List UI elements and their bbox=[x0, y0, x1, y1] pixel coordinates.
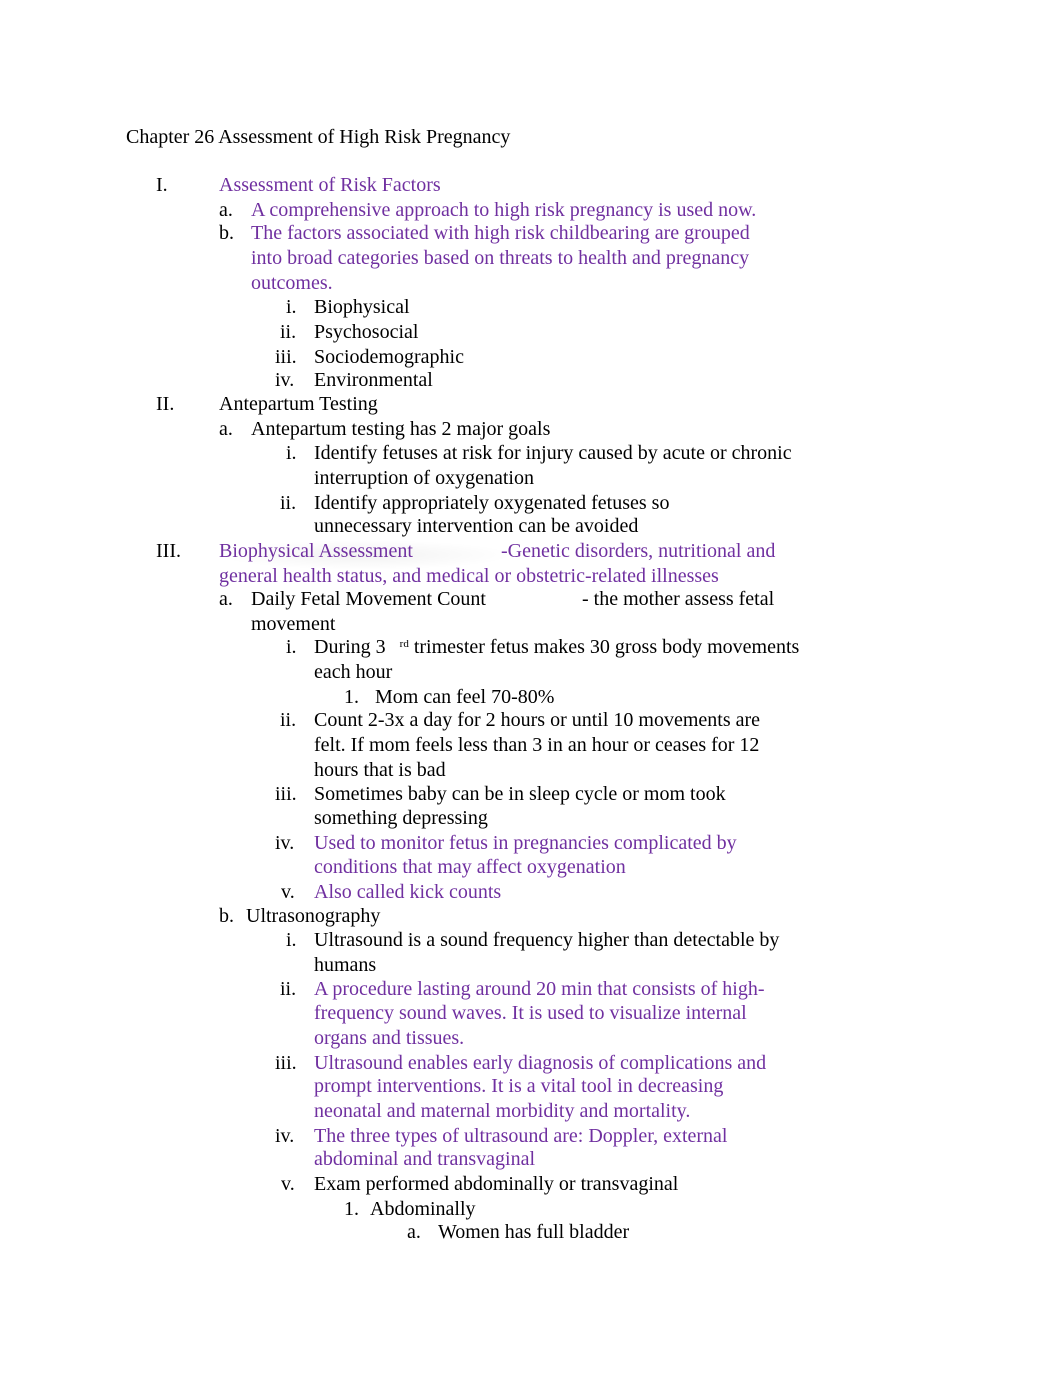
list-item-text: frequency sound waves. It is used to vis… bbox=[314, 1002, 747, 1024]
list-item-text: into broad categories based on threats t… bbox=[251, 247, 750, 269]
list-item-text: Ultrasonography bbox=[246, 905, 381, 927]
list-marker: ii. bbox=[280, 492, 297, 514]
list-item-text: interruption of oxygenation bbox=[314, 467, 534, 489]
list-marker: v. bbox=[281, 1173, 295, 1195]
list-item-text: Daily Fetal Movement Count bbox=[251, 588, 486, 610]
list-marker: ii. bbox=[280, 709, 297, 731]
text-run: trimester fetus makes 30 gross body move… bbox=[413, 636, 800, 658]
list-marker: iv. bbox=[275, 1125, 295, 1147]
list-item-text: hours that is bad bbox=[314, 759, 446, 781]
list-marker: a. bbox=[219, 199, 233, 221]
list-item-text: Biophysical bbox=[314, 296, 410, 318]
section-heading: Assessment of Risk Factors bbox=[219, 174, 441, 196]
list-item-text: Sociodemographic bbox=[314, 346, 464, 368]
list-marker: ii. bbox=[280, 321, 297, 343]
list-marker: b. bbox=[219, 222, 234, 244]
list-item-text: felt. If mom feels less than 3 in an hou… bbox=[314, 734, 760, 756]
list-item-text: Sometimes baby can be in sleep cycle or … bbox=[314, 783, 726, 805]
list-item-text: The three types of ultrasound are: Doppl… bbox=[314, 1125, 728, 1147]
list-item-text: Also called kick counts bbox=[314, 881, 502, 903]
list-item-text: Identify fetuses at risk for injury caus… bbox=[314, 442, 792, 464]
list-item-text: organs and tissues. bbox=[314, 1027, 465, 1049]
list-item-text: During 3 rd trimester fetus makes 30 gros… bbox=[314, 635, 799, 659]
list-item-text: neonatal and maternal morbidity and mort… bbox=[314, 1100, 691, 1122]
section-number: III. bbox=[156, 540, 181, 562]
list-marker: i. bbox=[286, 296, 297, 318]
list-item-text: Identify appropriately oxygenated fetuse… bbox=[314, 492, 670, 514]
list-marker: iii. bbox=[275, 1052, 297, 1074]
list-item-text: Exam performed abdominally or transvagin… bbox=[314, 1173, 679, 1195]
list-marker: i. bbox=[286, 929, 297, 951]
list-item-text: A procedure lasting around 20 min that c… bbox=[314, 978, 765, 1000]
list-item-text: A comprehensive approach to high risk pr… bbox=[251, 199, 757, 221]
list-item-text: Count 2-3x a day for 2 hours or until 10… bbox=[314, 709, 761, 731]
list-marker: iii. bbox=[275, 783, 297, 805]
list-item-text: Used to monitor fetus in pregnancies com… bbox=[314, 832, 737, 854]
section-heading: Biophysical Assessment bbox=[219, 540, 413, 562]
list-marker: iii. bbox=[275, 346, 297, 368]
section-heading-note: -Genetic disorders, nutritional and bbox=[501, 540, 776, 562]
list-item-text: Abdominally bbox=[370, 1198, 476, 1220]
list-item-text: each hour bbox=[314, 661, 393, 683]
list-marker: 1. bbox=[344, 1198, 359, 1220]
section-number: II. bbox=[156, 393, 175, 415]
section-heading: Antepartum Testing bbox=[219, 393, 378, 415]
list-item-note: - the mother assess fetal bbox=[582, 588, 775, 610]
document-title: Chapter 26 Assessment of High Risk Pregn… bbox=[126, 126, 511, 148]
list-marker: iv. bbox=[275, 832, 295, 854]
list-marker: 1. bbox=[344, 686, 359, 708]
list-marker: i. bbox=[286, 442, 297, 464]
list-item-text: Mom can feel 70-80% bbox=[375, 686, 555, 708]
list-item-text: something depressing bbox=[314, 807, 488, 829]
list-marker: iv. bbox=[275, 369, 295, 391]
list-item-text: humans bbox=[314, 954, 377, 976]
list-item-text: prompt interventions. It is a vital tool… bbox=[314, 1075, 724, 1097]
list-marker: a. bbox=[219, 588, 233, 610]
list-marker: ii. bbox=[280, 978, 297, 1000]
section-heading-note: general health status, and medical or ob… bbox=[219, 565, 719, 587]
list-item-text: outcomes. bbox=[251, 272, 333, 294]
list-item-text: unnecessary intervention can be avoided bbox=[314, 515, 639, 537]
list-item-text: The factors associated with high risk ch… bbox=[251, 222, 750, 244]
superscript: rd bbox=[399, 638, 409, 650]
list-item-text: abdominal and transvaginal bbox=[314, 1148, 536, 1170]
list-item-text: Environmental bbox=[314, 369, 433, 391]
list-marker: a. bbox=[219, 418, 233, 440]
list-item-text: movement bbox=[251, 613, 336, 635]
text-run: During 3 bbox=[314, 636, 386, 658]
list-item-text: Ultrasound enables early diagnosis of co… bbox=[314, 1052, 767, 1074]
list-item-text: conditions that may affect oxygenation bbox=[314, 856, 626, 878]
list-marker: a. bbox=[407, 1221, 421, 1243]
list-item-text: Ultrasound is a sound frequency higher t… bbox=[314, 929, 780, 951]
list-marker: b. bbox=[219, 905, 234, 927]
list-item-text: Psychosocial bbox=[314, 321, 419, 343]
section-number: I. bbox=[156, 174, 168, 196]
list-marker: v. bbox=[281, 881, 295, 903]
list-item-text: Antepartum testing has 2 major goals bbox=[251, 418, 551, 440]
list-marker: i. bbox=[286, 636, 297, 658]
list-item-text: Women has full bladder bbox=[438, 1221, 630, 1243]
